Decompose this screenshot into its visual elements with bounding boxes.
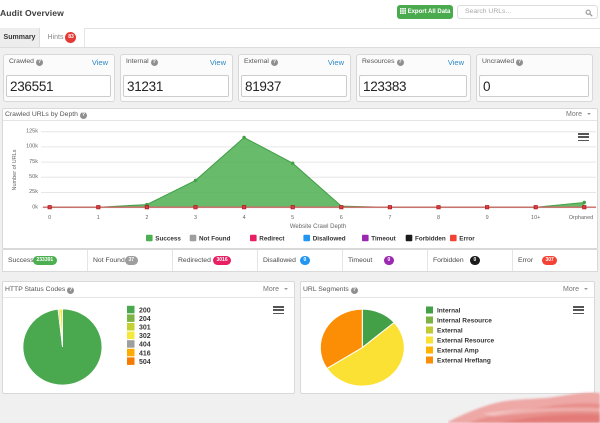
svg-text:100k: 100k bbox=[26, 144, 38, 150]
svg-text:Internal Resource: Internal Resource bbox=[437, 318, 492, 325]
svg-text:Orphaned: Orphaned bbox=[569, 215, 593, 221]
svg-text:204: 204 bbox=[139, 316, 151, 323]
svg-text:External Hreflang: External Hreflang bbox=[437, 358, 491, 365]
svg-text:Website Crawl Depth: Website Crawl Depth bbox=[290, 224, 346, 230]
svg-text:Redirect: Redirect bbox=[259, 236, 285, 243]
svg-text:Success: Success bbox=[155, 236, 181, 243]
svg-text:50k: 50k bbox=[29, 174, 38, 180]
svg-text:Number of URLs: Number of URLs bbox=[12, 149, 18, 190]
svg-text:0k: 0k bbox=[32, 204, 38, 210]
svg-text:Internal: Internal bbox=[437, 308, 461, 315]
svg-text:0: 0 bbox=[48, 215, 51, 221]
svg-text:Not Found: Not Found bbox=[199, 236, 231, 243]
svg-text:302: 302 bbox=[139, 333, 151, 340]
svg-text:6: 6 bbox=[340, 215, 343, 221]
svg-text:4: 4 bbox=[243, 215, 246, 221]
svg-text:200: 200 bbox=[139, 307, 151, 314]
svg-text:7: 7 bbox=[388, 215, 391, 221]
svg-text:Timeout: Timeout bbox=[371, 236, 396, 243]
svg-text:External Resource: External Resource bbox=[437, 338, 494, 345]
svg-text:Error: Error bbox=[459, 236, 475, 243]
svg-text:504: 504 bbox=[139, 359, 151, 366]
svg-text:5: 5 bbox=[291, 215, 294, 221]
svg-text:3: 3 bbox=[194, 215, 197, 221]
svg-text:301: 301 bbox=[139, 325, 151, 332]
svg-text:9: 9 bbox=[486, 215, 489, 221]
svg-text:Disallowed: Disallowed bbox=[313, 236, 346, 243]
svg-text:1: 1 bbox=[97, 215, 100, 221]
svg-text:125k: 125k bbox=[26, 128, 38, 134]
svg-text:416: 416 bbox=[139, 350, 151, 357]
svg-text:25k: 25k bbox=[29, 189, 38, 195]
svg-text:Forbidden: Forbidden bbox=[415, 236, 446, 243]
svg-text:8: 8 bbox=[437, 215, 440, 221]
svg-text:External Amp: External Amp bbox=[437, 348, 479, 355]
svg-text:2: 2 bbox=[145, 215, 148, 221]
svg-text:External: External bbox=[437, 328, 463, 335]
svg-text:75k: 75k bbox=[29, 159, 38, 165]
svg-text:404: 404 bbox=[139, 342, 151, 349]
svg-text:10+: 10+ bbox=[531, 215, 540, 221]
